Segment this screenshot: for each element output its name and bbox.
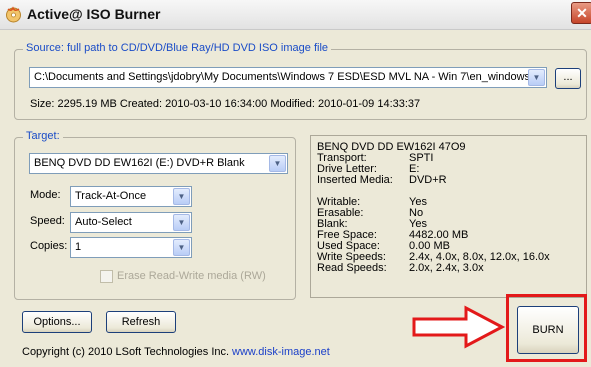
options-button-label: Options... <box>33 316 81 328</box>
source-legend: Source: full path to CD/DVD/Blue Ray/HD … <box>23 42 332 54</box>
close-button[interactable]: ✕ <box>571 2 591 24</box>
target-drive-combo[interactable]: BENQ DVD DD EW162I (E:) DVD+R Blank ▼ <box>29 153 288 174</box>
chevron-down-icon[interactable]: ▼ <box>173 239 190 256</box>
source-file-info: Size: 2295.19 MB Created: 2010-03-10 16:… <box>30 98 421 110</box>
window-title: Active@ ISO Burner <box>27 6 161 22</box>
copies-combo[interactable]: 1 ▼ <box>70 237 192 258</box>
app-icon <box>6 6 21 23</box>
burn-button-label: BURN <box>532 324 564 336</box>
burn-button[interactable]: BURN <box>517 306 579 354</box>
source-path-combo[interactable]: C:\Documents and Settings\jdobry\My Docu… <box>29 67 547 88</box>
browse-button-label: ... <box>563 71 573 83</box>
source-path-value: C:\Documents and Settings\jdobry\My Docu… <box>34 71 528 83</box>
copies-label: Copies: <box>30 240 68 252</box>
info-value: 2.0x, 2.4x, 3.0x <box>409 262 484 274</box>
target-drive-value: BENQ DVD DD EW162I (E:) DVD+R Blank <box>34 157 245 169</box>
options-button[interactable]: Options... <box>22 311 92 333</box>
refresh-button-label: Refresh <box>121 316 161 328</box>
mode-value: Track-At-Once <box>75 190 147 202</box>
refresh-button[interactable]: Refresh <box>106 311 176 333</box>
copies-value: 1 <box>75 241 82 253</box>
chevron-down-icon[interactable]: ▼ <box>528 69 545 86</box>
close-icon: ✕ <box>576 5 588 21</box>
annotation-arrow-icon <box>412 305 506 349</box>
chevron-down-icon[interactable]: ▼ <box>269 155 286 172</box>
speed-combo[interactable]: Auto-Select ▼ <box>70 212 192 233</box>
erase-rw-checkbox[interactable] <box>100 270 113 283</box>
speed-label: Speed: <box>30 215 65 227</box>
erase-rw-label: Erase Read-Write media (RW) <box>117 270 266 282</box>
info-value: DVD+R <box>409 174 447 186</box>
drive-info-panel: BENQ DVD DD EW162I 47O9 Transport: SPTI … <box>310 135 587 298</box>
copyright-text: Copyright (c) 2010 LSoft Technologies In… <box>22 346 230 358</box>
mode-label: Mode: <box>30 189 61 201</box>
website-link[interactable]: www.disk-image.net <box>232 346 330 358</box>
chevron-down-icon[interactable]: ▼ <box>173 188 190 205</box>
target-legend: Target: <box>23 130 63 142</box>
info-key: Read Speeds: <box>317 262 387 274</box>
chevron-down-icon[interactable]: ▼ <box>173 214 190 231</box>
info-key: Inserted Media: <box>317 174 393 186</box>
browse-button[interactable]: ... <box>555 68 581 89</box>
mode-combo[interactable]: Track-At-Once ▼ <box>70 186 192 207</box>
title-bar[interactable]: Active@ ISO Burner ✕ <box>0 0 591 30</box>
speed-value: Auto-Select <box>75 216 132 228</box>
